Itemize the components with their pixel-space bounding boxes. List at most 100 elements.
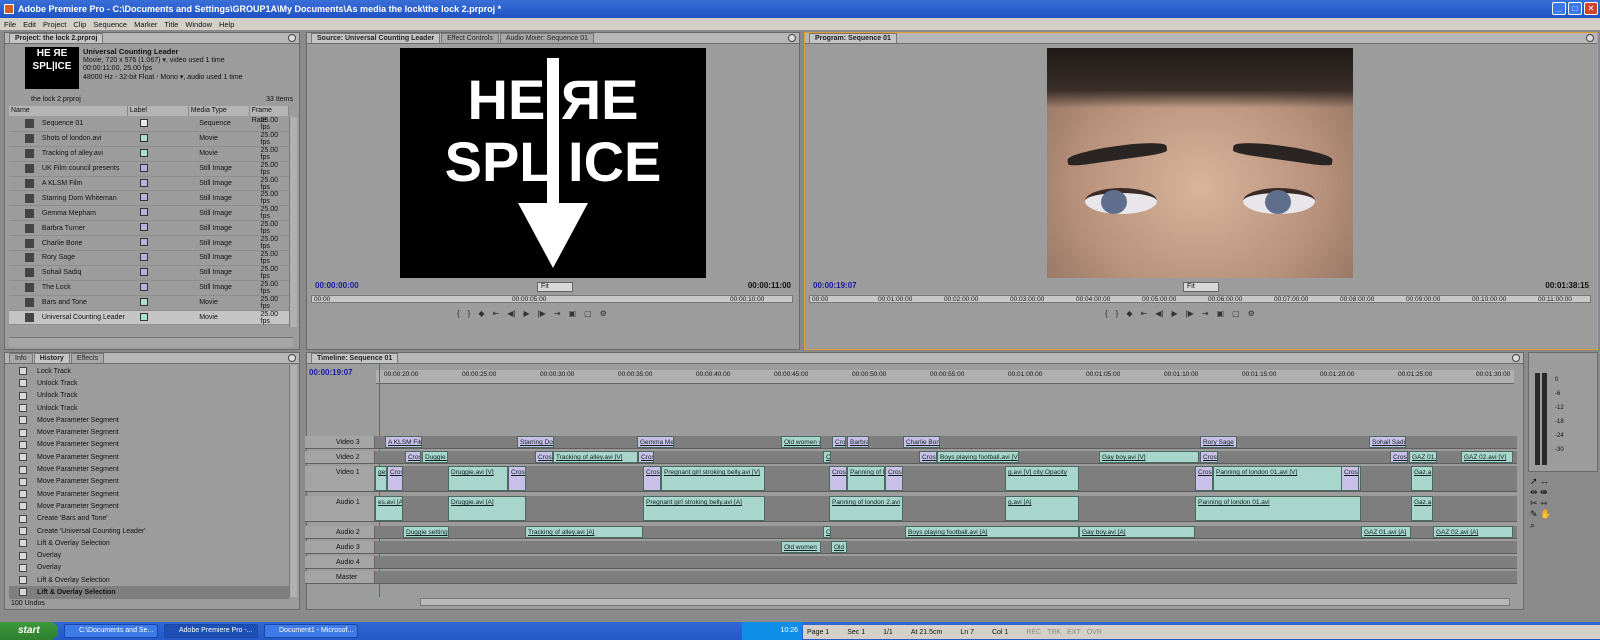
mark-in-icon[interactable]: { <box>1105 309 1108 318</box>
item-label[interactable] <box>138 118 199 129</box>
project-item[interactable]: Barbra Turner Still Image 25.00 fps <box>9 221 289 237</box>
item-label[interactable] <box>138 133 199 144</box>
menu-file[interactable]: File <box>4 20 16 29</box>
timeline-clip[interactable]: Panning of london 2.avi <box>829 496 903 521</box>
timeline-clip[interactable]: O <box>823 451 831 463</box>
item-label[interactable] <box>138 282 199 293</box>
timeline-clip[interactable]: Sohail Sadiq <box>1369 436 1406 448</box>
project-item[interactable]: Tracking of alley.avi Movie 25.00 fps <box>9 147 289 162</box>
timeline-clip[interactable]: GAZ 01.a <box>1409 451 1437 463</box>
timeline-clip[interactable]: Cross <box>405 451 421 463</box>
history-item[interactable]: Lift & Overlay Selection <box>9 537 289 549</box>
history-item[interactable]: Lock Track <box>9 365 289 377</box>
timeline-clip[interactable]: GAZ 02.avi [V] <box>1461 451 1513 463</box>
timeline-clip[interactable]: Druggie.avi [A] <box>448 496 526 521</box>
step-forward-icon[interactable]: |▶ <box>1186 309 1194 318</box>
timeline-clip[interactable]: Rory Sage <box>1200 436 1237 448</box>
history-item[interactable]: Move Parameter Segment <box>9 476 289 488</box>
tab-audio-mixer[interactable]: Audio Mixer: Sequence 01 <box>499 33 594 43</box>
timeline-clip[interactable]: Old <box>831 541 847 553</box>
status-ext[interactable]: EXT <box>1067 629 1081 636</box>
step-forward-icon[interactable]: |▶ <box>538 309 546 318</box>
project-item[interactable]: Shots of london.avi Movie 25.00 fps <box>9 132 289 147</box>
menu-title[interactable]: Title <box>164 20 178 29</box>
go-to-out-icon[interactable]: ⇥ <box>554 309 561 318</box>
timeline-clip[interactable]: Boys playing football.avi [A] <box>905 526 1079 538</box>
maximize-button[interactable]: □ <box>1568 2 1582 15</box>
taskbar-explorer[interactable]: C:\Documents and Se... <box>64 624 158 638</box>
close-button[interactable]: ✕ <box>1584 2 1598 15</box>
timeline-clip[interactable]: Cross <box>919 451 937 463</box>
project-item[interactable]: Starring Dom Whiteman Still Image 25.00 fp… <box>9 191 289 207</box>
step-back-icon[interactable]: ◀| <box>1155 309 1163 318</box>
mark-in-icon[interactable]: { <box>457 309 460 318</box>
timeline-clip[interactable]: Gay boy.avi [A] <box>1079 526 1195 538</box>
timeline-clip[interactable]: Panning of london 01.avi [V] <box>1213 466 1361 491</box>
timeline-clip[interactable]: Cross <box>885 466 903 491</box>
step-back-icon[interactable]: ◀| <box>507 309 515 318</box>
menu-marker[interactable]: Marker <box>134 20 157 29</box>
timeline-clip[interactable]: Druggie.avi [V] <box>448 466 508 491</box>
ripple-edit-tool-icon[interactable]: ⇹ ⇼ <box>1530 487 1564 498</box>
timeline-clip[interactable]: Charlie Bon <box>903 436 940 448</box>
project-scrollbar[interactable] <box>289 117 297 327</box>
loop-icon[interactable]: ▣ <box>1217 309 1225 318</box>
timeline-current-timecode[interactable]: 00:00:19:07 <box>309 368 353 377</box>
taskbar-premiere[interactable]: Adobe Premiere Pro -... <box>164 624 258 638</box>
program-fit-dropdown[interactable]: Fit <box>1183 282 1219 292</box>
play-icon[interactable]: ▶ <box>523 309 529 318</box>
menu-sequence[interactable]: Sequence <box>93 20 127 29</box>
timeline-clip[interactable]: Boys playing football.avi [V <box>937 451 1019 463</box>
history-item[interactable]: Move Parameter Segment <box>9 451 289 463</box>
timeline-clip[interactable]: GAZ 01.avi [A] <box>1361 526 1411 538</box>
history-item[interactable]: Unlock Track <box>9 402 289 414</box>
item-label[interactable] <box>138 178 199 189</box>
timeline-clip[interactable]: Tracking of alley.avi [V] <box>553 451 638 463</box>
history-item[interactable]: Create 'Universal Counting Leader' <box>9 525 289 537</box>
project-item[interactable]: Universal Counting Leader Movie 25.00 fps <box>9 311 289 326</box>
zoom-tool-icon[interactable]: ⌕ <box>1530 520 1564 531</box>
output-icon[interactable]: ⚙ <box>600 309 607 318</box>
tab-program[interactable]: Program: Sequence 01 <box>809 33 897 43</box>
timeline-clip[interactable]: es.avi [A] <box>375 496 403 521</box>
menu-window[interactable]: Window <box>185 20 212 29</box>
panel-menu-icon[interactable] <box>288 354 296 362</box>
timeline-clip[interactable]: Cross <box>1195 466 1213 491</box>
timeline-clip[interactable]: Panning of l <box>847 466 885 491</box>
history-item[interactable]: Create 'Bars and Tone' <box>9 513 289 525</box>
tab-effects[interactable]: Effects <box>70 353 105 363</box>
timeline-clip[interactable]: Pregnant girl stroking belly.avi [V] <box>661 466 765 491</box>
output-icon[interactable]: ⚙ <box>1248 309 1255 318</box>
history-item[interactable]: Move Parameter Segment <box>9 463 289 475</box>
timeline-clip[interactable]: ges <box>375 466 387 491</box>
timeline-clip[interactable]: Cross <box>535 451 553 463</box>
timeline-clip[interactable]: Old women <box>781 541 821 553</box>
timeline-clip[interactable]: Tracking of alley.avi [A] <box>525 526 643 538</box>
history-item[interactable]: Move Parameter Segment <box>9 414 289 426</box>
timeline-clip[interactable]: O <box>823 526 831 538</box>
mark-out-icon[interactable]: } <box>1116 309 1119 318</box>
timeline-clip[interactable]: Duggie s <box>422 451 448 463</box>
program-time-ruler[interactable]: 00:00 00:01:00:00 00:02:00:00 00:03:00:00 00… <box>809 295 1591 303</box>
tab-timeline[interactable]: Timeline: Sequence 01 <box>311 353 399 363</box>
project-item[interactable]: Sequence 01 Sequence 25.00 fps <box>9 117 289 132</box>
menu-edit[interactable]: Edit <box>23 20 36 29</box>
status-trk[interactable]: TRK <box>1047 629 1061 636</box>
timeline-clip[interactable]: Cros <box>832 436 846 448</box>
source-time-ruler[interactable]: 00:00 00:00:05:00 00:00:10:00 <box>311 295 793 303</box>
project-item[interactable]: Charlie Bone Still Image 25.00 fps <box>9 236 289 252</box>
go-to-in-icon[interactable]: ⇤ <box>493 309 500 318</box>
timeline-clip[interactable]: Cross <box>1390 451 1408 463</box>
item-label[interactable] <box>138 267 199 278</box>
marker-icon[interactable]: ◆ <box>478 309 484 318</box>
timeline-time-ruler[interactable]: 00:00:20:00 00:00:25:00 00:00:30:00 00:00:3… <box>376 370 1514 384</box>
menu-clip[interactable]: Clip <box>73 20 86 29</box>
history-item[interactable]: Move Parameter Segment <box>9 500 289 512</box>
timeline-clip[interactable]: Barbra <box>847 436 869 448</box>
col-name[interactable]: Name <box>9 106 128 116</box>
timeline-clip[interactable]: Gaz.a <box>1411 496 1433 521</box>
item-label[interactable] <box>138 252 199 263</box>
timeline-clip[interactable]: Cross <box>1341 466 1359 491</box>
panel-menu-icon[interactable] <box>788 34 796 42</box>
minimize-button[interactable]: _ <box>1552 2 1566 15</box>
